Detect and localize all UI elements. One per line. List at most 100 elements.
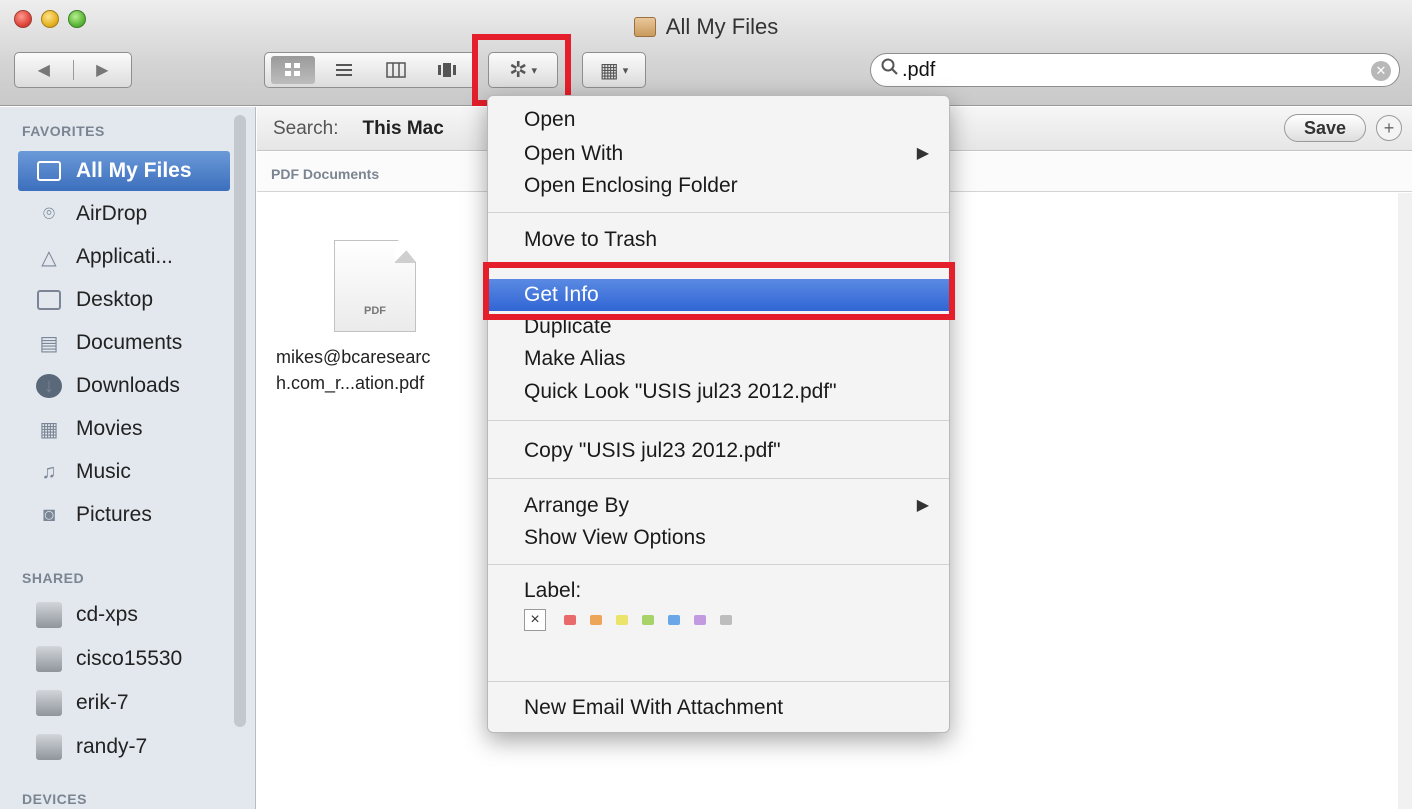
submenu-arrow-icon: ▶ xyxy=(916,497,929,514)
pdf-file-icon: PDF xyxy=(334,240,416,332)
documents-icon: ▤ xyxy=(39,332,59,355)
label-red-swatch[interactable] xyxy=(564,615,576,625)
arrange-icon: ▦ xyxy=(599,59,619,82)
menu-item-copy[interactable]: Copy "USIS jul23 2012.pdf" xyxy=(488,435,949,467)
label-orange-swatch[interactable] xyxy=(590,615,602,625)
menu-item-make-alias[interactable]: Make Alias xyxy=(488,343,949,375)
search-scope-this-mac[interactable]: This Mac xyxy=(362,118,443,140)
column-view-icon xyxy=(385,62,406,78)
computer-icon xyxy=(36,646,62,672)
content-scrollbar[interactable] xyxy=(1398,193,1412,809)
save-search-button[interactable]: Save xyxy=(1284,114,1366,142)
arrange-menu-button[interactable]: ▦ ▾ xyxy=(582,52,646,88)
action-context-menu: Open Open With ▶ Open Enclosing Folder Mo… xyxy=(487,95,950,733)
menu-item-label: Open With xyxy=(524,142,624,165)
sidebar-item-documents[interactable]: ▤ Documents xyxy=(18,323,230,363)
list-view-icon xyxy=(336,64,353,76)
menu-item-move-to-trash[interactable]: Move to Trash xyxy=(488,224,949,256)
music-icon: ♫ xyxy=(41,460,57,483)
label-color-row: × xyxy=(524,609,746,631)
icon-view-icon xyxy=(285,63,300,76)
computer-icon xyxy=(36,602,62,628)
file-name: mikes@bcaresearc h.com_r...ation.pdf xyxy=(276,347,431,393)
menu-item-new-email-with-attachment[interactable]: New Email With Attachment xyxy=(488,692,949,724)
window-title: All My Files xyxy=(0,14,1412,40)
computer-icon xyxy=(36,690,62,716)
sidebar-header-shared: SHARED xyxy=(22,570,85,586)
sidebar-item-shared-host[interactable]: randy-7 xyxy=(18,727,230,767)
menu-item-label: Show View Options xyxy=(524,526,706,549)
menu-separator xyxy=(488,564,949,565)
menu-item-show-view-options[interactable]: Show View Options xyxy=(488,522,949,554)
sidebar-item-downloads[interactable]: ↓ Downloads xyxy=(18,366,230,406)
sidebar-item-pictures[interactable]: ◙ Pictures xyxy=(18,495,230,535)
menu-separator xyxy=(488,478,949,479)
all-files-icon xyxy=(36,159,62,183)
desktop-icon xyxy=(36,288,62,312)
menu-item-label: Copy "USIS jul23 2012.pdf" xyxy=(524,439,781,462)
sidebar-item-shared-host[interactable]: cisco15530 xyxy=(18,639,230,679)
menu-separator xyxy=(488,212,949,213)
cover-flow-view-button[interactable] xyxy=(425,56,469,84)
sidebar-item-shared-host[interactable]: cd-xps xyxy=(18,595,230,635)
sidebar-item-airdrop[interactable]: ⌾ AirDrop xyxy=(18,194,230,234)
back-button[interactable]: ◀ xyxy=(15,60,73,80)
menu-item-label: Quick Look "USIS jul23 2012.pdf" xyxy=(524,380,837,403)
menu-item-open[interactable]: Open xyxy=(488,104,949,136)
label-gray-swatch[interactable] xyxy=(720,615,732,625)
cover-flow-icon xyxy=(437,63,456,77)
label-blue-swatch[interactable] xyxy=(668,615,680,625)
sidebar-scrollbar[interactable] xyxy=(234,115,246,727)
applications-icon: △ xyxy=(41,246,57,269)
downloads-icon: ↓ xyxy=(36,374,62,398)
search-icon xyxy=(881,58,899,82)
airdrop-icon: ⌾ xyxy=(43,202,55,225)
sidebar-header-devices: DEVICES xyxy=(22,791,87,807)
menu-separator xyxy=(488,420,949,421)
menu-item-label: Arrange By xyxy=(524,494,630,517)
sidebar-item-music[interactable]: ♫ Music xyxy=(18,452,230,492)
sidebar-item-applications[interactable]: △ Applicati... xyxy=(18,237,230,277)
menu-item-label: Move to Trash xyxy=(524,228,658,251)
label-green-swatch[interactable] xyxy=(642,615,654,625)
pdf-badge: PDF xyxy=(364,305,386,317)
menu-item-open-with[interactable]: Open With ▶ xyxy=(488,138,949,170)
menu-item-label: New Email With Attachment xyxy=(524,696,784,719)
forward-button[interactable]: ▶ xyxy=(72,60,132,80)
view-mode-control xyxy=(264,52,476,88)
submenu-arrow-icon: ▶ xyxy=(916,145,929,162)
label-none-button[interactable]: × xyxy=(524,609,546,631)
sidebar-item-all-my-files[interactable]: All My Files xyxy=(18,151,230,191)
label-purple-swatch[interactable] xyxy=(694,615,706,625)
label-yellow-swatch[interactable] xyxy=(616,615,628,625)
menu-separator xyxy=(488,681,949,682)
chevron-down-icon: ▾ xyxy=(622,64,629,77)
sidebar: FAVORITES All My Files ⌾ AirDrop △ Appli… xyxy=(0,107,256,809)
movies-icon: ▦ xyxy=(39,418,59,441)
column-view-button[interactable] xyxy=(374,56,418,84)
icon-view-button[interactable] xyxy=(271,56,315,84)
add-criteria-button[interactable]: + xyxy=(1376,115,1402,141)
sidebar-item-desktop[interactable]: Desktop xyxy=(18,280,230,320)
menu-item-label: Make Alias xyxy=(524,347,626,370)
title-bar: All My Files ◀ ▶ ✲ ▾ ▦ ▾ .pdf ✕ xyxy=(0,0,1412,106)
menu-item-arrange-by[interactable]: Arrange By ▶ xyxy=(488,490,949,522)
search-scope-label: Search: xyxy=(273,117,339,139)
menu-item-quick-look[interactable]: Quick Look "USIS jul23 2012.pdf" xyxy=(488,376,949,408)
list-view-button[interactable] xyxy=(322,56,366,84)
clear-search-icon[interactable]: ✕ xyxy=(1371,61,1391,81)
pictures-icon: ◙ xyxy=(42,503,56,526)
search-input[interactable]: .pdf ✕ xyxy=(870,53,1400,87)
annotation-box-get-info xyxy=(483,262,955,320)
menu-item-label: Open xyxy=(524,108,576,131)
file-item[interactable]: PDF mikes@bcaresearc h.com_r...ation.pdf xyxy=(276,240,486,396)
sidebar-item-movies[interactable]: ▦ Movies xyxy=(18,409,230,449)
menu-item-label: Label: xyxy=(524,579,582,602)
menu-item-open-enclosing-folder[interactable]: Open Enclosing Folder xyxy=(488,170,949,202)
computer-icon xyxy=(36,734,62,760)
folder-icon xyxy=(633,17,656,37)
sidebar-item-shared-host[interactable]: erik-7 xyxy=(18,683,230,723)
sidebar-header-favorites: FAVORITES xyxy=(22,123,105,139)
menu-label-heading: Label: xyxy=(488,575,949,607)
menu-item-label: Open Enclosing Folder xyxy=(524,174,738,197)
